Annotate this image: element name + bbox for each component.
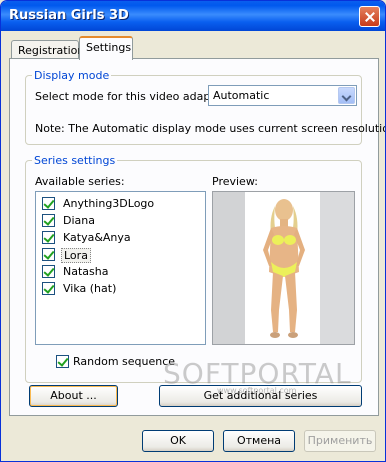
series-checkbox[interactable] xyxy=(42,231,55,244)
series-label: Diana xyxy=(63,214,95,227)
ok-button[interactable]: OK xyxy=(142,430,214,452)
watermark-url: www.softportal.com xyxy=(217,386,297,395)
series-label: Katya&Anya xyxy=(63,231,131,244)
series-label-selected: Lora xyxy=(61,248,91,263)
series-checkbox[interactable] xyxy=(42,265,55,278)
chevron-down-icon[interactable] xyxy=(338,87,355,104)
series-checkbox[interactable] xyxy=(42,248,55,261)
display-mode-select[interactable]: Automatic xyxy=(208,85,357,106)
display-mode-title: Display mode xyxy=(32,69,112,82)
preview-image xyxy=(212,191,355,345)
window-title: Russian Girls 3D xyxy=(9,8,129,23)
display-mode-value: Automatic xyxy=(213,89,270,102)
display-mode-note: Note: The Automatic display mode uses cu… xyxy=(35,122,386,135)
series-label: Vika (hat) xyxy=(63,282,117,295)
title-bar[interactable]: Russian Girls 3D xyxy=(1,1,385,31)
tab-settings[interactable]: Settings xyxy=(79,36,133,60)
model-figure-icon xyxy=(263,199,305,338)
about-button[interactable]: About ... xyxy=(29,385,118,407)
available-series-label: Available series: xyxy=(35,175,125,188)
close-icon[interactable] xyxy=(359,6,380,27)
series-label: Anything3DLogo xyxy=(63,197,155,210)
cancel-button[interactable]: Отмена xyxy=(223,430,295,452)
series-settings-title: Series settings xyxy=(32,154,118,167)
series-checkbox[interactable] xyxy=(42,282,55,295)
dialog-window: Russian Girls 3D Registration Settings D… xyxy=(0,0,386,462)
select-mode-label: Select mode for this video adapter : xyxy=(35,90,234,103)
random-sequence-label: Random sequence xyxy=(73,355,176,368)
random-sequence-checkbox[interactable] xyxy=(56,355,69,368)
series-checkbox[interactable] xyxy=(42,214,55,227)
series-label: Natasha xyxy=(63,265,109,278)
preview-label: Preview: xyxy=(212,175,258,188)
series-listbox[interactable]: Anything3DLogo Diana Katya&Anya Lora Nat… xyxy=(35,191,206,345)
apply-button[interactable]: Применить xyxy=(304,430,376,452)
series-checkbox[interactable] xyxy=(42,197,55,210)
tab-registration[interactable]: Registration xyxy=(11,40,84,60)
